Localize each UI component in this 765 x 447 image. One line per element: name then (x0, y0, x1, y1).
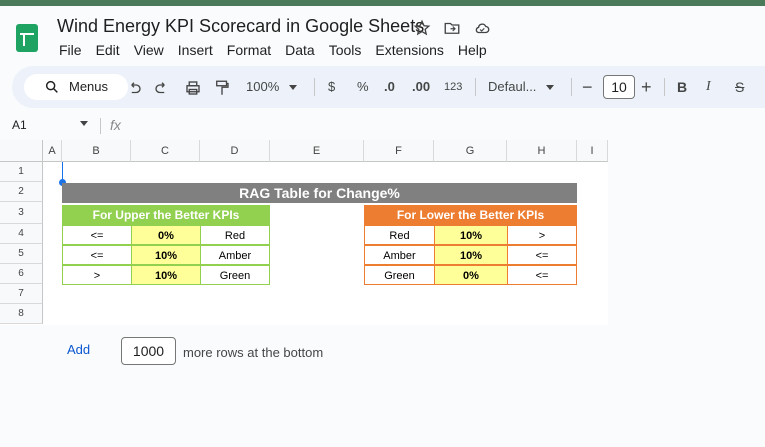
redo-button[interactable] (153, 76, 171, 98)
menu-help[interactable]: Help (458, 42, 487, 58)
lower-operator-cell[interactable]: <= (507, 265, 577, 285)
paint-format-button[interactable] (213, 76, 231, 98)
chevron-down-icon (288, 85, 297, 91)
menu-tools[interactable]: Tools (329, 42, 362, 58)
column-header-a[interactable]: A (43, 140, 62, 162)
lower-threshold-cell[interactable]: 10% (434, 225, 508, 245)
toolbar-divider (571, 78, 572, 96)
column-header-i[interactable]: I (577, 140, 608, 162)
rows-hint-text: more rows at the bottom (183, 345, 324, 360)
upper-status-cell[interactable]: Amber (200, 245, 270, 265)
window-top-bar (0, 0, 765, 6)
toolbar-divider (314, 78, 315, 96)
star-icon[interactable] (413, 19, 431, 37)
lower-better-header[interactable]: For Lower the Better KPIs (364, 205, 577, 225)
zoom-value: 100% (246, 79, 280, 94)
menu-data[interactable]: Data (285, 42, 315, 58)
undo-icon (131, 81, 141, 93)
menu-file[interactable]: File (59, 42, 82, 58)
row-header-7[interactable]: 7 (0, 284, 43, 304)
menu-extensions[interactable]: Extensions (375, 42, 443, 58)
row-header-6[interactable]: 6 (0, 264, 43, 284)
font-value: Defaul... (488, 79, 537, 94)
sheets-logo-icon[interactable] (16, 24, 38, 52)
zoom-select[interactable]: 100% (246, 76, 297, 98)
upper-operator-cell[interactable]: <= (62, 225, 132, 245)
lower-status-cell[interactable]: Green (364, 265, 435, 285)
menu-format[interactable]: Format (227, 42, 271, 58)
menu-edit[interactable]: Edit (96, 42, 120, 58)
toolbar-divider (664, 78, 665, 96)
rows-count-input[interactable]: 1000 (121, 337, 176, 365)
column-header-g[interactable]: G (434, 140, 507, 162)
column-header-d[interactable]: D (200, 140, 270, 162)
number-format-button[interactable]: 123 (444, 76, 462, 98)
menu-insert[interactable]: Insert (178, 42, 213, 58)
italic-button[interactable]: I (706, 76, 711, 98)
paint-format-icon (216, 80, 229, 95)
select-all-corner[interactable] (0, 140, 43, 162)
lower-status-cell[interactable]: Amber (364, 245, 435, 265)
row-header-3[interactable]: 3 (0, 202, 43, 224)
search-icon (45, 80, 58, 93)
doc-title[interactable]: Wind Energy KPI Scorecard in Google Shee… (57, 16, 424, 37)
font-size-input[interactable]: 10 (603, 75, 635, 99)
column-header-c[interactable]: C (131, 140, 200, 162)
menu-bar: File Edit View Insert Format Data Tools … (59, 42, 501, 58)
currency-button[interactable]: $ (328, 76, 335, 98)
rag-table-title[interactable]: RAG Table for Change% (62, 183, 577, 203)
increase-font-size-button[interactable]: + (641, 76, 652, 98)
fx-icon: fx (110, 117, 121, 133)
upper-operator-cell[interactable]: > (62, 265, 132, 285)
decrease-decimal-button[interactable]: .0 (384, 76, 395, 98)
add-rows-button[interactable]: Add (67, 342, 90, 357)
lower-threshold-cell[interactable]: 10% (434, 245, 508, 265)
column-header-h[interactable]: H (507, 140, 577, 162)
chevron-down-icon (546, 85, 555, 91)
undo-button[interactable] (125, 76, 143, 98)
column-header-f[interactable]: F (364, 140, 434, 162)
strikethrough-button[interactable]: S (735, 76, 744, 98)
upper-status-cell[interactable]: Red (200, 225, 270, 245)
lower-operator-cell[interactable]: > (507, 225, 577, 245)
percent-button[interactable]: % (357, 76, 369, 98)
bold-button[interactable]: B (677, 76, 687, 98)
upper-threshold-cell[interactable]: 0% (131, 225, 201, 245)
row-header-2[interactable]: 2 (0, 182, 43, 202)
toolbar: Menus 100% $ % .0 .00 123 Defaul... − 10… (12, 66, 765, 108)
print-button[interactable] (184, 76, 202, 98)
decrease-font-size-button[interactable]: − (582, 76, 593, 98)
upper-operator-cell[interactable]: <= (62, 245, 132, 265)
upper-threshold-cell[interactable]: 10% (131, 265, 201, 285)
font-select[interactable]: Defaul... (488, 76, 555, 98)
row-header-8[interactable]: 8 (0, 304, 43, 324)
row-header-1[interactable]: 1 (0, 162, 43, 182)
upper-threshold-cell[interactable]: 10% (131, 245, 201, 265)
row-header-5[interactable]: 5 (0, 244, 43, 264)
redo-icon (155, 81, 165, 93)
column-header-b[interactable]: B (62, 140, 131, 162)
upper-better-header[interactable]: For Upper the Better KPIs (62, 205, 270, 225)
menu-view[interactable]: View (134, 42, 164, 58)
name-box[interactable]: A1 (12, 118, 27, 132)
menus-search-button[interactable]: Menus (24, 74, 128, 100)
lower-status-cell[interactable]: Red (364, 225, 435, 245)
formula-divider (100, 118, 101, 134)
move-folder-icon[interactable] (443, 19, 461, 37)
row-header-4[interactable]: 4 (0, 224, 43, 244)
toolbar-divider (475, 78, 476, 96)
chevron-down-icon[interactable] (80, 121, 88, 126)
increase-decimal-button[interactable]: .00 (412, 76, 430, 98)
cloud-status-icon[interactable] (473, 19, 491, 37)
upper-status-cell[interactable]: Green (200, 265, 270, 285)
menus-label: Menus (69, 79, 109, 94)
print-icon (186, 80, 200, 95)
lower-threshold-cell[interactable]: 0% (434, 265, 508, 285)
lower-operator-cell[interactable]: <= (507, 245, 577, 265)
column-header-e[interactable]: E (270, 140, 364, 162)
